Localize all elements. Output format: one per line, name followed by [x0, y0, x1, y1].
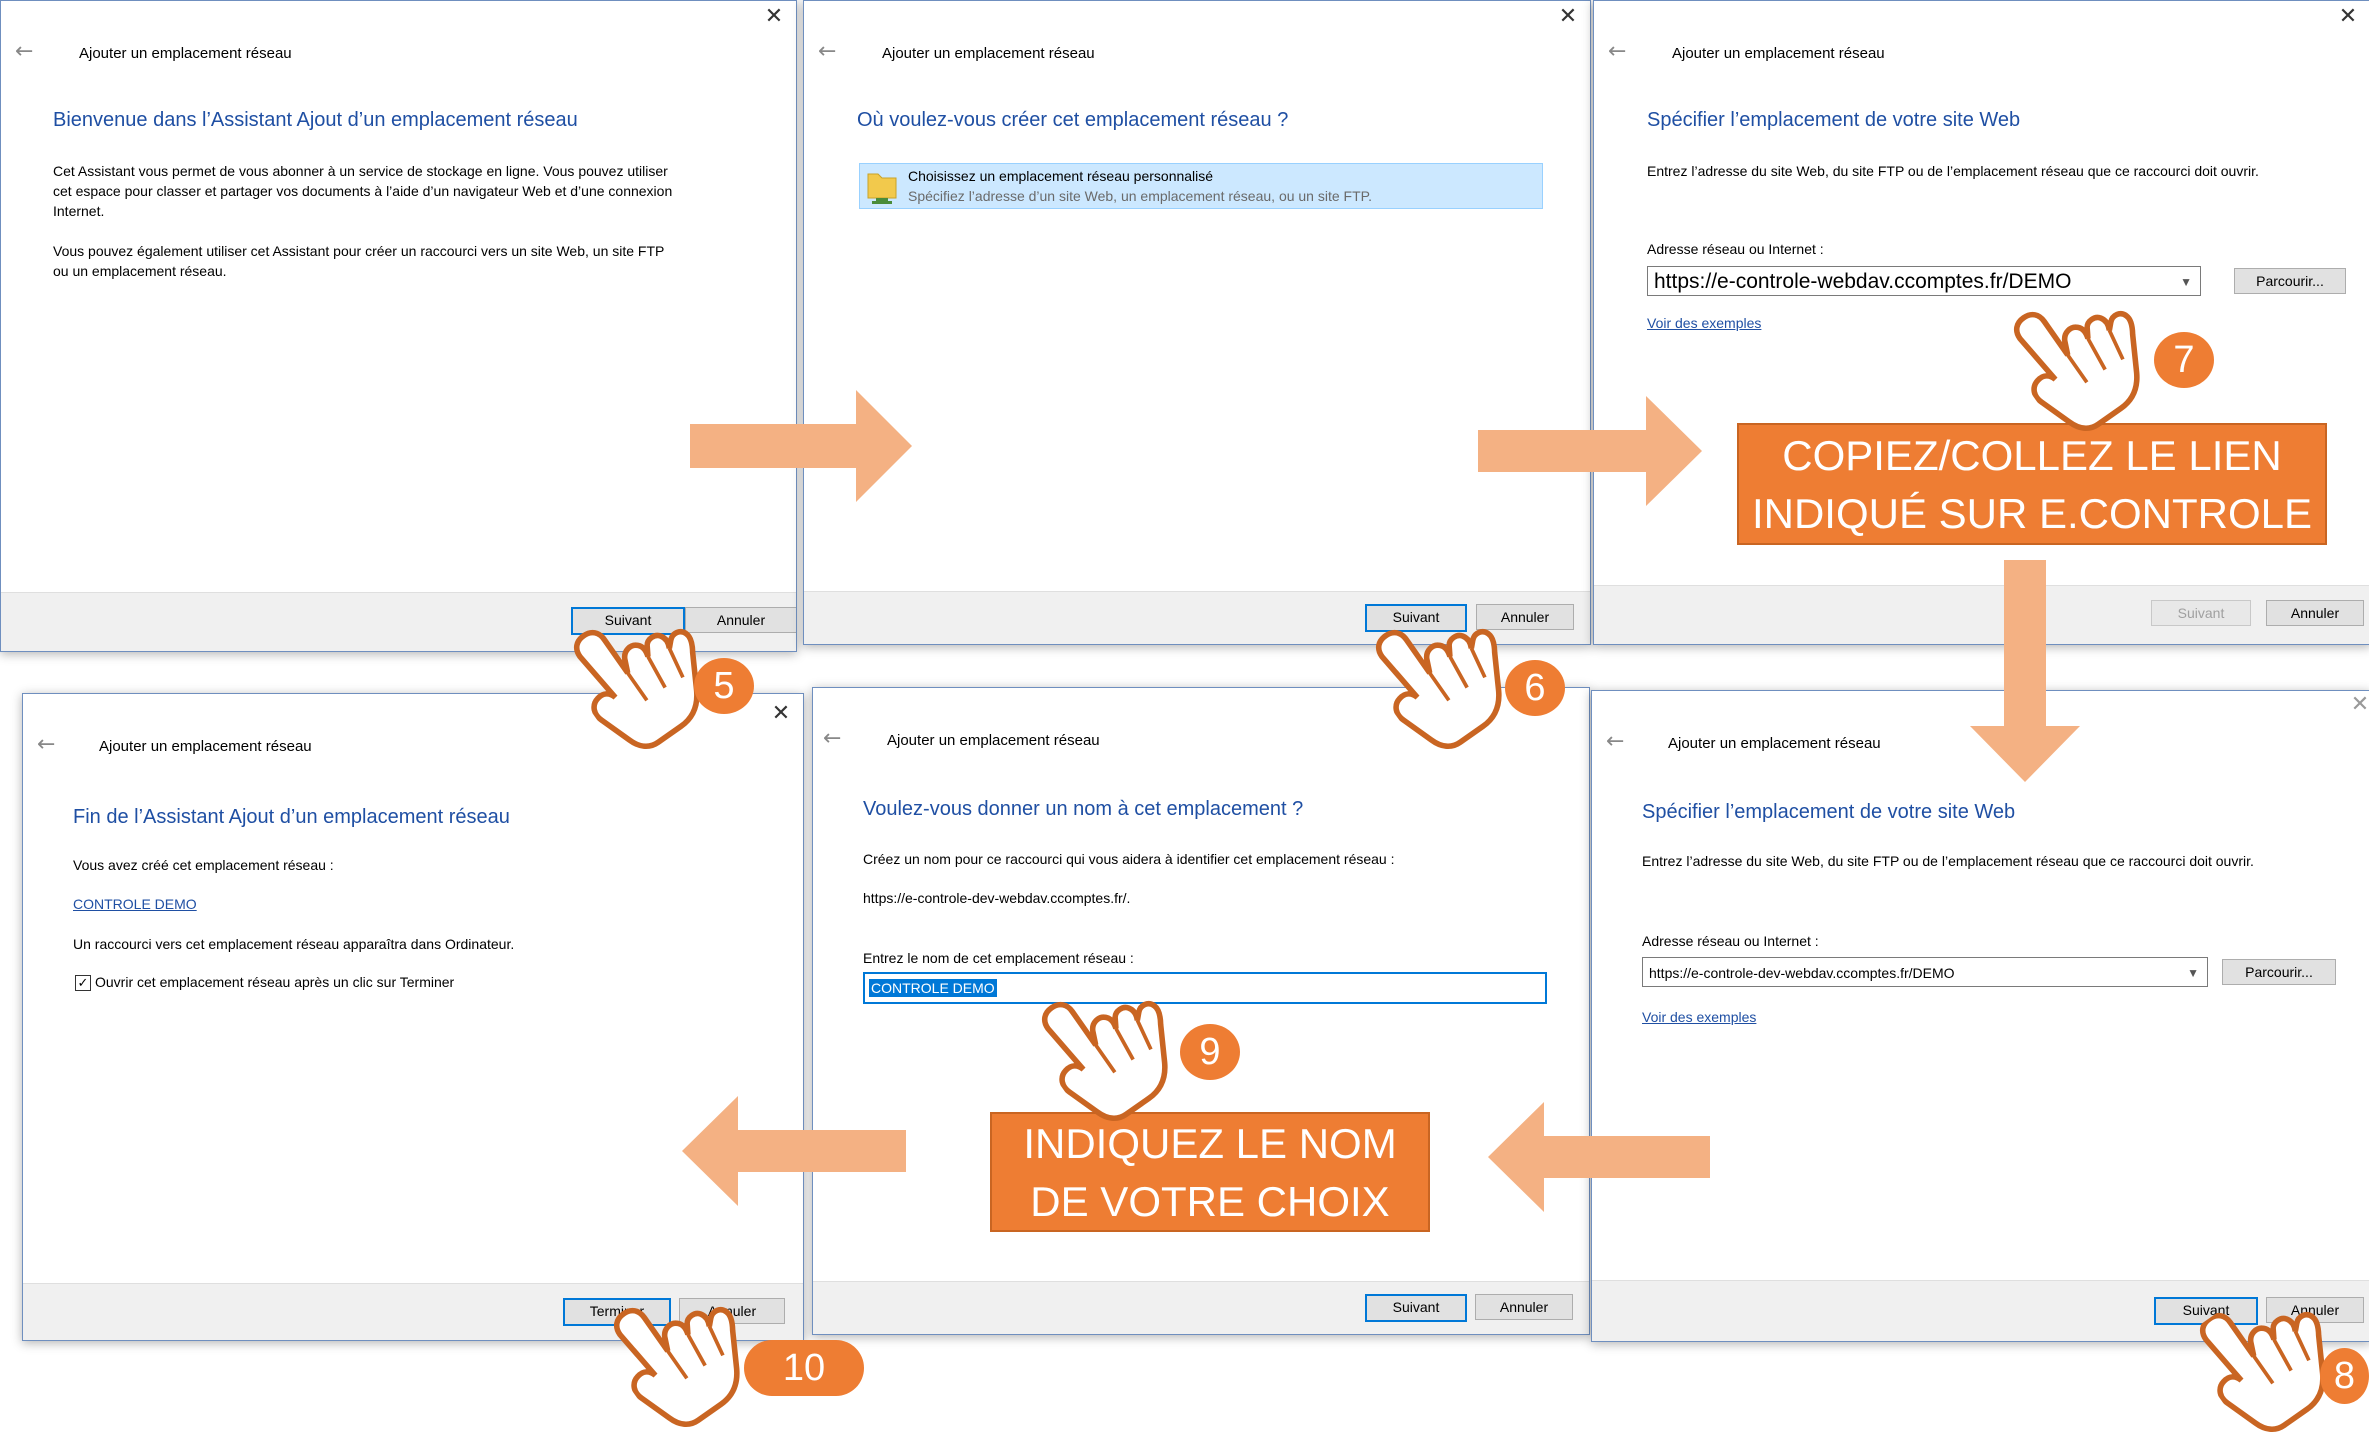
copy-paste-instruction-banner: COPIEZ/COLLEZ LE LIEN INDIQUÉ SUR E.CONT…	[1737, 423, 2327, 545]
secondary-line: Vous pouvez également utiliser cet Assis…	[53, 243, 665, 259]
open-after-finish-checkbox[interactable]: ✓	[75, 975, 91, 991]
intro-line: Internet.	[53, 203, 105, 219]
wizard-dialog-specify-location: ✕ ← Ajouter un emplacement réseau Spécif…	[1593, 0, 2369, 645]
step-badge-6: 6	[1505, 660, 1565, 716]
description-text: Créez un nom pour ce raccourci qui vous …	[863, 851, 1395, 867]
location-url: https://e-controle-dev-webdav.ccomptes.f…	[863, 890, 1131, 906]
wizard-dialog-welcome: ✕ ← Ajouter un emplacement réseau Bienve…	[0, 0, 797, 652]
cancel-button[interactable]: Annuler	[2266, 600, 2364, 626]
secondary-paragraph: Vous pouvez également utiliser cet Assis…	[53, 241, 664, 281]
window-title: Ajouter un emplacement réseau	[79, 45, 292, 62]
page-heading: Fin de l’Assistant Ajout d’un emplacemen…	[73, 806, 510, 828]
next-button[interactable]: Suivant	[1365, 1294, 1467, 1322]
back-arrow-icon[interactable]: ←	[818, 41, 836, 63]
chevron-down-icon[interactable]: ▼	[2187, 958, 2199, 988]
close-icon[interactable]: ✕	[2348, 693, 2369, 717]
flow-arrow-down	[1970, 560, 2080, 782]
flow-arrow-right-2	[1478, 396, 1702, 506]
name-input[interactable]: CONTROLE DEMO	[863, 972, 1547, 1004]
window-title: Ajouter un emplacement réseau	[99, 738, 312, 755]
window-title: Ajouter un emplacement réseau	[882, 45, 1095, 62]
intro-line: Cet Assistant vous permet de vous abonne…	[53, 163, 668, 179]
step-badge-10: 10	[744, 1340, 864, 1396]
flow-arrow-left-2	[682, 1096, 906, 1206]
shortcut-note: Un raccourci vers cet emplacement réseau…	[73, 936, 515, 952]
back-arrow-icon[interactable]: ←	[1606, 731, 1624, 753]
window-title: Ajouter un emplacement réseau	[1668, 735, 1881, 752]
custom-location-option[interactable]: Choisissez un emplacement réseau personn…	[859, 163, 1543, 209]
examples-link[interactable]: Voir des exemples	[1642, 1009, 1756, 1025]
name-instruction-banner: INDIQUEZ LE NOM DE VOTRE CHOIX	[990, 1112, 1430, 1232]
intro-paragraph: Cet Assistant vous permet de vous abonne…	[53, 161, 672, 221]
page-heading: Où voulez-vous créer cet emplacement rés…	[857, 109, 1289, 131]
flow-arrow-right-1	[690, 390, 912, 502]
description-text: Entrez l’adresse du site Web, du site FT…	[1642, 853, 2254, 869]
window-title: Ajouter un emplacement réseau	[887, 732, 1100, 749]
secondary-line: ou un emplacement réseau.	[53, 263, 227, 279]
name-value: CONTROLE DEMO	[869, 979, 997, 997]
banner-line: INDIQUÉ SUR E.CONTROLE	[1751, 490, 2313, 537]
dialog-footer: Suivant Annuler	[813, 1281, 1589, 1334]
next-button[interactable]: Suivant	[2151, 600, 2251, 626]
close-icon[interactable]: ✕	[769, 702, 793, 726]
back-arrow-icon[interactable]: ←	[1608, 41, 1626, 63]
browse-button[interactable]: Parcourir...	[2234, 268, 2346, 294]
chevron-down-icon[interactable]: ▼	[2180, 267, 2192, 297]
browse-button[interactable]: Parcourir...	[2222, 959, 2336, 985]
flow-arrow-left-1	[1488, 1102, 1710, 1212]
network-folder-icon	[867, 173, 897, 204]
close-icon[interactable]: ✕	[762, 5, 786, 29]
cancel-button[interactable]: Annuler	[1475, 1294, 1573, 1320]
address-label: Adresse réseau ou Internet :	[1642, 933, 1819, 949]
created-location-link[interactable]: CONTROLE DEMO	[73, 896, 197, 912]
wizard-dialog-finish: ✕ ← Ajouter un emplacement réseau Fin de…	[22, 693, 804, 1341]
banner-line: COPIEZ/COLLEZ LE LIEN	[1782, 432, 2282, 479]
step-badge-7: 7	[2154, 332, 2214, 388]
created-label: Vous avez créé cet emplacement réseau :	[73, 857, 334, 873]
wizard-dialog-name-location: ← Ajouter un emplacement réseau Voulez-v…	[812, 687, 1590, 1335]
description-text: Entrez l’adresse du site Web, du site FT…	[1647, 163, 2259, 179]
banner-line: DE VOTRE CHOIX	[1030, 1178, 1390, 1225]
wizard-dialog-specify-location-filled: ✕ ← Ajouter un emplacement réseau Spécif…	[1591, 690, 2369, 1342]
step-badge-5: 5	[694, 658, 754, 714]
examples-link[interactable]: Voir des exemples	[1647, 315, 1761, 331]
option-title: Choisissez un emplacement réseau personn…	[908, 168, 1214, 184]
address-label: Adresse réseau ou Internet :	[1647, 241, 1824, 257]
close-icon[interactable]: ✕	[1556, 5, 1580, 29]
name-label: Entrez le nom de cet emplacement réseau …	[863, 950, 1134, 966]
address-combobox[interactable]: https://e-controle-dev-webdav.ccomptes.f…	[1642, 957, 2208, 987]
wizard-dialog-location-type: ✕ ← Ajouter un emplacement réseau Où vou…	[803, 0, 1591, 645]
back-arrow-icon[interactable]: ←	[823, 728, 841, 750]
window-title: Ajouter un emplacement réseau	[1672, 45, 1885, 62]
address-value: https://e-controle-webdav.ccomptes.fr/DE…	[1654, 270, 2072, 293]
option-description: Spécifiez l’adresse d’un site Web, un em…	[908, 188, 1373, 204]
page-heading: Spécifier l’emplacement de votre site We…	[1647, 109, 2021, 131]
page-heading: Voulez-vous donner un nom à cet emplacem…	[863, 798, 1304, 820]
back-arrow-icon[interactable]: ←	[37, 734, 55, 756]
close-icon[interactable]: ✕	[2336, 5, 2360, 29]
intro-line: cet espace pour classer et partager vos …	[53, 183, 673, 199]
open-after-finish-label: Ouvrir cet emplacement réseau après un c…	[95, 974, 455, 990]
page-heading: Spécifier l’emplacement de votre site We…	[1642, 801, 2016, 823]
page-heading: Bienvenue dans l’Assistant Ajout d’un em…	[53, 109, 578, 131]
banner-line: INDIQUEZ LE NOM	[1023, 1120, 1397, 1167]
cancel-button[interactable]: Annuler	[685, 607, 796, 633]
address-value: https://e-controle-dev-webdav.ccomptes.f…	[1649, 965, 1955, 981]
step-badge-8: 8	[2320, 1348, 2369, 1404]
back-arrow-icon[interactable]: ←	[15, 41, 33, 63]
step-badge-9: 9	[1180, 1024, 1240, 1080]
